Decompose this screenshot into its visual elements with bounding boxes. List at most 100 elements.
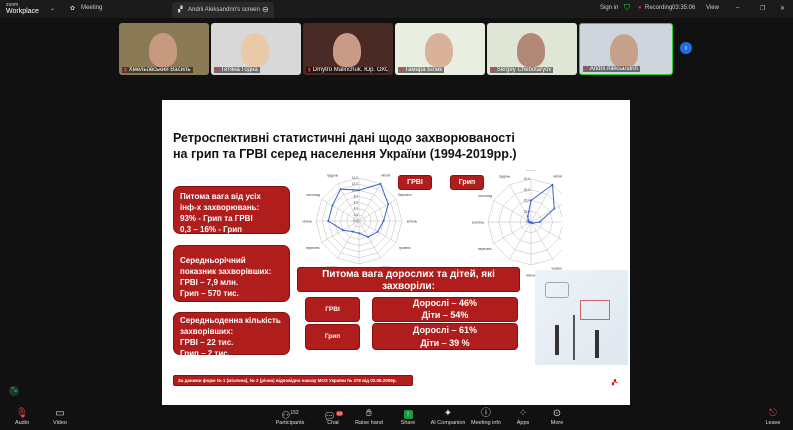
close-icon[interactable]: ✕	[780, 5, 785, 12]
radar-tick-label: 30,0	[524, 188, 530, 192]
radar-data-point	[367, 235, 370, 238]
radar-spoke	[493, 221, 532, 244]
radar-data-point	[342, 229, 345, 232]
radar-data-point	[376, 230, 379, 233]
box-line: Питома вага від усіх	[180, 192, 261, 201]
audio-button[interactable]: 🎙︎ Audio	[2, 407, 42, 426]
participants-icon: ⚇152	[281, 410, 299, 422]
flu-adults: Дорослі – 61%	[412, 325, 478, 335]
box-line: Грип – 2 тис.	[180, 349, 230, 358]
meeting-toolbar: 🎙︎ Audio ▭ Video ⚇152 Participants 💬︎14 Chat…	[0, 405, 793, 430]
radar-tick-label: 12,0	[352, 182, 358, 186]
radar-category-label: грудень	[499, 175, 511, 179]
leave-button[interactable]: ⎋ Leave	[753, 407, 793, 426]
share-button[interactable]: ↑ Share	[388, 407, 428, 426]
hand-icon: ✋︎	[366, 408, 372, 419]
minimize-icon[interactable]: –	[736, 5, 739, 11]
box-line: захворівших:	[180, 327, 234, 336]
chevron-down-icon[interactable]: ⌄	[50, 5, 55, 12]
shield-icon[interactable]: ⛉	[624, 3, 630, 13]
participant-tile[interactable]: Тетяна Годна	[211, 23, 301, 75]
participants-button[interactable]: ⚇152 Participants	[268, 407, 312, 426]
radar-data-point	[526, 215, 529, 218]
radar-tick-label: 2,0	[354, 213, 359, 217]
ai-label: AI Companion	[430, 420, 466, 426]
radar-data-point	[358, 189, 360, 192]
meeting-icon: ✿	[70, 6, 76, 12]
meeting-info-button[interactable]: ⓘ Meeting info	[466, 407, 506, 426]
radar-category-label: вересень	[478, 247, 492, 251]
radar-category-label: лютий	[553, 175, 562, 179]
shared-slide: Ретроспективні статистичні дані щодо зах…	[162, 100, 630, 405]
radar-series-line	[527, 183, 555, 224]
radar-tick-label: 0,0	[354, 219, 359, 223]
sparkle-icon: ✦	[443, 408, 453, 419]
grvi-label: ГРВІ	[398, 175, 432, 190]
raise-hand-button[interactable]: ✋︎ Raise hand	[349, 407, 389, 426]
recording-label[interactable]: Recording	[645, 5, 672, 11]
radar-category-label: січень	[354, 170, 363, 171]
radar-data-point	[387, 203, 390, 206]
brand-bottom: Workplace	[6, 8, 39, 15]
chat-icon: 💬︎14	[323, 411, 343, 423]
share-tab[interactable]: ▞ Andrii Aleksandrin's screen ⊖	[172, 2, 274, 18]
radar-tick-label: 14,0	[352, 176, 358, 180]
ai-companion-button[interactable]: ✦ AI Companion	[426, 407, 470, 426]
grvi-children: Діти – 54%	[421, 309, 469, 320]
participant-video	[333, 33, 361, 67]
radar-spoke	[530, 221, 553, 260]
tab-options-icon[interactable]: ⊖	[262, 5, 269, 14]
daily-average-box: Середньоденна кількість захворівших: ГРВІ …	[173, 312, 290, 358]
participant-video	[425, 33, 453, 67]
share-tab-label: Andrii Aleksandrin's screen	[188, 7, 260, 13]
radar-tick-label: 6,0	[354, 201, 359, 205]
grvi-values: Дорослі – 46% Діти – 54%	[372, 297, 518, 322]
chat-badge: 14	[335, 411, 343, 416]
share-of-infections-box: Питома вага від усіх інф-х захворювань: 93…	[173, 186, 290, 234]
next-page-arrow-icon[interactable]: ›	[680, 42, 692, 54]
footnote: За даними форм № 1 (місячна), № 2 (річна…	[173, 375, 413, 386]
video-button[interactable]: ▭ Video	[40, 407, 80, 426]
participant-name: Тамара Білик	[398, 67, 445, 73]
radar-data-point	[327, 220, 330, 222]
flu-children: Діти – 39 %	[420, 337, 470, 348]
participant-tile[interactable]: Тамара Білик	[395, 23, 485, 75]
more-label: More	[550, 420, 564, 426]
radar-spoke	[530, 203, 562, 223]
radar-category-label: жовтень	[302, 220, 312, 224]
sign-in-link[interactable]: Sign in	[600, 5, 618, 11]
participant-tile[interactable]: Dmytro Malinchuk. Юр. ОХОР...	[303, 23, 393, 75]
participant-tile[interactable]: Sergey Chebotaryov	[487, 23, 577, 75]
radar-data-point	[527, 219, 530, 222]
flu-values: Дорослі – 61% Діти – 39 %	[372, 323, 518, 350]
radar-spoke	[509, 221, 532, 260]
box-line: показник захворівших:	[180, 267, 272, 276]
flu-label: Грип	[450, 175, 484, 190]
radar-category-label: березень	[398, 193, 412, 197]
share-label: Share	[400, 420, 416, 426]
apps-label: Apps	[516, 420, 530, 426]
radar-data-point	[530, 199, 532, 202]
participant-name: Sergey Chebotaryov	[490, 67, 554, 73]
radar-spoke	[530, 221, 562, 241]
box-line: Середньорічний	[180, 256, 246, 265]
minimize-video-icon[interactable]: ⤡	[9, 386, 19, 396]
timer: 03:35:06	[672, 5, 696, 11]
info-icon: ⓘ	[481, 408, 491, 419]
meeting-menu[interactable]: Meeting	[81, 5, 102, 11]
share-header: Питома вага дорослих та дітей, які захво…	[297, 267, 520, 292]
share-screen-icon: ↑	[388, 407, 428, 420]
more-icon: ⊙	[552, 408, 562, 419]
participant-tile[interactable]: Хмельовський Василь	[119, 23, 209, 75]
restore-icon[interactable]: ❐	[760, 5, 765, 12]
chat-button[interactable]: 💬︎14 Chat	[313, 407, 353, 426]
participant-name: Andrii Aleksandrin	[583, 66, 640, 72]
participant-tile[interactable]: Andrii Aleksandrin	[579, 23, 673, 75]
title-line: Ретроспективні статистичні дані щодо зах…	[173, 131, 515, 145]
view-button[interactable]: View	[706, 5, 719, 11]
video-strip: Хмельовський Василь Тетяна Годна Dmytro Ma…	[0, 20, 793, 78]
radar-category-label: листопад	[478, 194, 492, 198]
more-button[interactable]: ⊙ More	[537, 407, 577, 426]
radar-category-label: вересень	[306, 246, 320, 250]
radar-category-label: листопад	[306, 193, 320, 197]
